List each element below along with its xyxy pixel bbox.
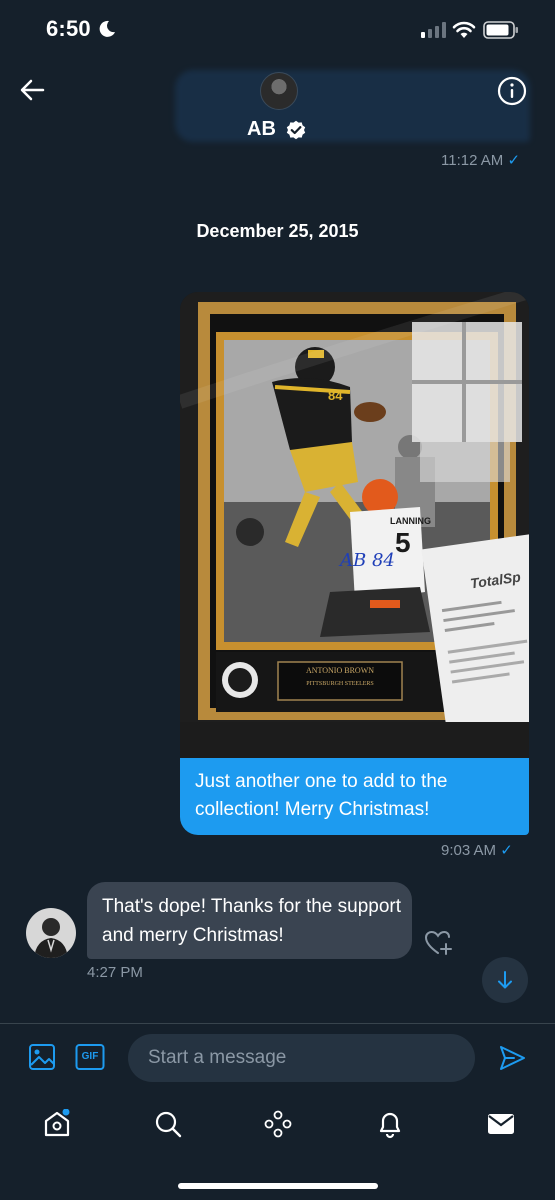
framed-jersey-photo [180, 292, 529, 758]
home-indicator [178, 1183, 378, 1189]
date-separator: December 25, 2015 [196, 221, 359, 241]
opponent-name: LANNING [390, 516, 431, 526]
header-avatar[interactable] [260, 72, 298, 110]
status-time: 6:50 [46, 16, 91, 41]
previous-message-meta: 11:12 AM ✓ [441, 151, 520, 169]
home-icon[interactable] [42, 1109, 72, 1139]
opponent-number: 5 [395, 527, 411, 558]
contact-name[interactable]: AB [247, 118, 276, 141]
sender-avatar[interactable] [26, 908, 76, 958]
scroll-to-bottom-button[interactable] [482, 957, 528, 1003]
battery-icon [483, 21, 518, 39]
send-icon[interactable] [498, 1044, 526, 1072]
messages-icon[interactable] [486, 1109, 516, 1139]
verified-badge-icon [286, 120, 306, 140]
signal-icon [421, 22, 446, 38]
previous-message-blurred [175, 70, 530, 142]
image-icon[interactable] [28, 1043, 56, 1071]
read-check-icon: ✓ [500, 842, 513, 859]
arrow-down-icon [498, 971, 512, 989]
previous-message-time: 11:12 AM [441, 152, 504, 169]
plaque-line1: ANTONIO BROWN [305, 666, 375, 675]
spaces-icon[interactable] [263, 1109, 293, 1139]
info-icon[interactable] [497, 76, 527, 106]
moon-icon [99, 20, 115, 37]
back-arrow-icon[interactable] [18, 76, 46, 104]
incoming-message-bubble[interactable]: That's dope! Thanks for the support and … [87, 882, 412, 959]
outgoing-message-meta: 9:03 AM ✓ [441, 841, 513, 859]
read-check-icon: ✓ [507, 152, 521, 169]
outgoing-message-bubble[interactable]: Just another one to add to the collectio… [180, 758, 529, 835]
outgoing-message-time: 9:03 AM [441, 842, 497, 859]
incoming-message-text: That's dope! Thanks for the support and … [102, 896, 402, 946]
outgoing-message-text: Just another one to add to the collectio… [195, 771, 448, 820]
heart-plus-icon[interactable] [424, 929, 454, 957]
notifications-icon[interactable] [375, 1109, 405, 1139]
gif-button[interactable]: GIF [75, 1043, 105, 1071]
plaque-line2: PITTSBURGH STEELERS [306, 681, 374, 687]
jersey-number: 84 [328, 388, 343, 403]
message-photo[interactable]: 84 LANNING 5 AB 84 ANTONIO BROWN PITTSBU… [180, 292, 529, 758]
wifi-icon [452, 21, 476, 38]
message-input[interactable] [128, 1034, 475, 1082]
autograph-signature: AB 84 [340, 550, 395, 571]
gif-label: GIF [81, 1051, 99, 1062]
incoming-message-time: 4:27 PM [87, 964, 143, 981]
search-icon[interactable] [153, 1109, 183, 1139]
composer-divider [0, 1023, 555, 1024]
